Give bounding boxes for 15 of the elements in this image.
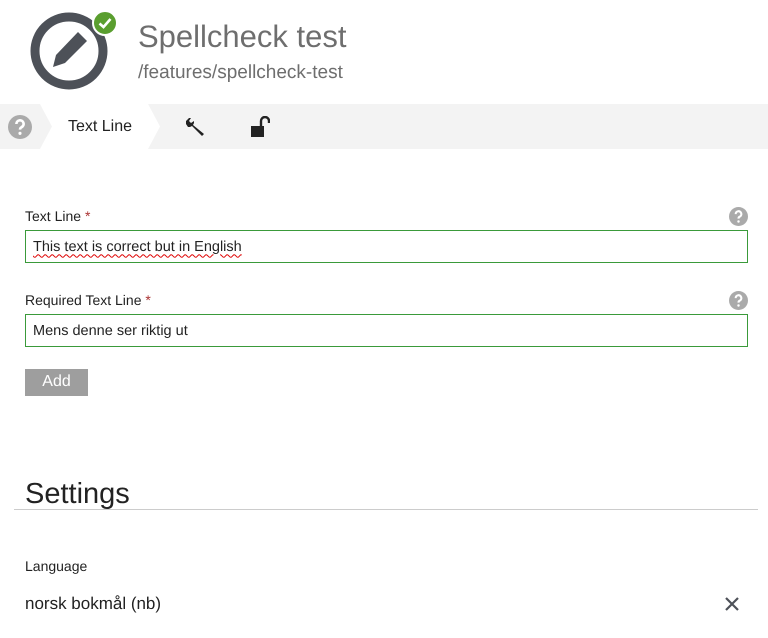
content-title: Spellcheck test bbox=[138, 20, 346, 54]
form-tab[interactable]: Text Line bbox=[40, 104, 160, 149]
section-heading: Settings bbox=[25, 480, 131, 508]
content-path: /features/spellcheck-test bbox=[138, 62, 344, 84]
wrench-icon bbox=[184, 116, 206, 138]
text-input[interactable]: This text is correct but in English bbox=[25, 230, 748, 263]
field-label: Language bbox=[25, 558, 88, 574]
language-value: norsk bokmål (nb) bbox=[25, 594, 162, 614]
text-input[interactable]: Mens denne ser riktig ut bbox=[25, 314, 748, 347]
field-label: Required Text Line * bbox=[25, 292, 151, 308]
unlocked-padlock-icon bbox=[250, 116, 270, 138]
help-icon bbox=[8, 114, 32, 138]
field-label: Text Line * bbox=[25, 208, 90, 224]
pencil-logo-icon bbox=[30, 12, 108, 90]
remove-button[interactable] bbox=[724, 596, 740, 612]
